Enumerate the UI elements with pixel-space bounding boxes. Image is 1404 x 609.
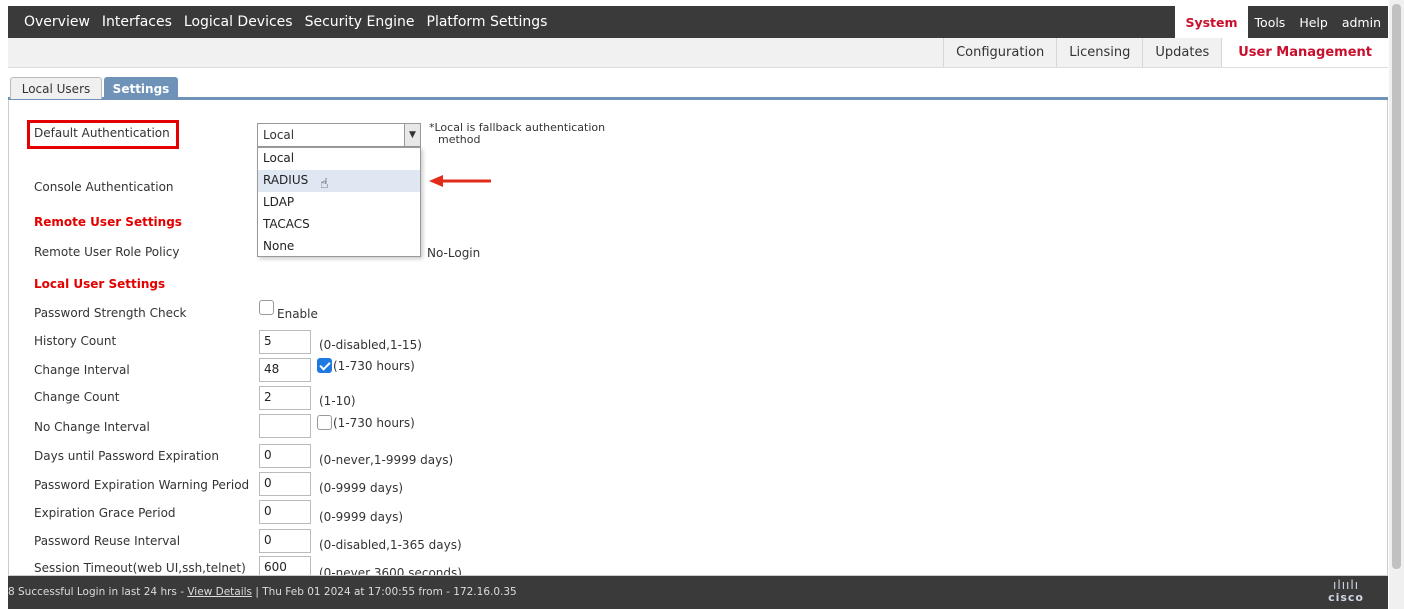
history-count-hint: (0-disabled,1-15) [319, 338, 422, 352]
top-nav: Overview Interfaces Logical Devices Secu… [8, 6, 1388, 38]
pw-strength-enable-label: Enable [277, 307, 318, 321]
settings-panel: Default Authentication Local ▼ *Local is… [8, 100, 1388, 576]
warning-period-input[interactable]: 0 [259, 472, 311, 496]
subnav-licensing[interactable]: Licensing [1056, 38, 1142, 67]
reuse-interval-hint: (0-disabled,1-365 days) [319, 538, 462, 552]
red-arrow-icon [429, 175, 491, 187]
option-tacacs[interactable]: TACACS [258, 214, 420, 236]
local-user-section-title: Local User Settings [34, 277, 166, 291]
grace-period-input[interactable]: 0 [259, 500, 311, 524]
no-change-interval-checkbox[interactable] [317, 415, 332, 430]
cisco-wordmark: cisco [1328, 591, 1364, 604]
reuse-interval-input[interactable]: 0 [259, 529, 311, 553]
nav-interfaces[interactable]: Interfaces [102, 14, 172, 30]
option-none[interactable]: None [258, 236, 420, 258]
cisco-bars-icon: ılıılı [1333, 578, 1360, 592]
pw-strength-checkbox[interactable] [259, 300, 274, 315]
subnav-configuration[interactable]: Configuration [943, 38, 1056, 67]
grace-period-hint: (0-9999 days) [319, 510, 404, 524]
footer-text-prefix: 8 Successful Login in last 24 hrs - [8, 586, 188, 598]
page-scrollbar[interactable] [1389, 0, 1404, 609]
warning-period-label: Password Expiration Warning Period [34, 478, 250, 492]
days-expiration-label: Days until Password Expiration [34, 449, 219, 463]
top-nav-right: System Tools Help admin [1175, 6, 1388, 38]
tab-settings[interactable]: Settings [104, 77, 178, 99]
pointer-hand-icon: ☝ [320, 176, 329, 192]
sub-nav: Configuration Licensing Updates User Man… [8, 38, 1388, 68]
footer-bar: 8 Successful Login in last 24 hrs - View… [8, 576, 1388, 609]
session-timeout-label: Session Timeout(web UI,ssh,telnet) [34, 561, 246, 575]
history-count-input[interactable]: 5 [259, 330, 311, 354]
warning-period-hint: (0-9999 days) [319, 481, 404, 495]
change-count-input[interactable]: 2 [259, 386, 311, 410]
session-timeout-hint: (0-never,3600 seconds) [319, 566, 462, 576]
tab-local-users[interactable]: Local Users [10, 77, 102, 99]
footer-login-info: 8 Successful Login in last 24 hrs - View… [8, 586, 517, 598]
nav-overview[interactable]: Overview [24, 14, 90, 30]
footer-text-suffix: | Thu Feb 01 2024 at 17:00:55 from - 172… [252, 586, 517, 598]
remote-role-label: Remote User Role Policy [34, 245, 180, 259]
option-radius-label: RADIUS [263, 173, 309, 187]
console-auth-label: Console Authentication [34, 180, 174, 194]
reuse-interval-label: Password Reuse Interval [34, 534, 181, 548]
nav-help[interactable]: Help [1292, 15, 1335, 30]
change-count-label: Change Count [34, 390, 120, 404]
option-local[interactable]: Local [258, 148, 420, 170]
change-interval-hint: (1-730 hours) [333, 359, 415, 373]
no-change-interval-label: No Change Interval [34, 420, 150, 434]
default-auth-dropdown: Local RADIUS ☝ LDAP TACACS None [257, 147, 421, 257]
remote-user-section-title: Remote User Settings [34, 215, 182, 229]
days-expiration-hint: (0-never,1-9999 days) [319, 453, 454, 467]
change-interval-label: Change Interval [34, 363, 130, 377]
default-auth-note-line2: method [438, 133, 481, 146]
subnav-user-management[interactable]: User Management [1221, 38, 1388, 67]
view-details-link[interactable]: View Details [187, 586, 252, 598]
nav-tools[interactable]: Tools [1248, 15, 1293, 30]
default-auth-value: Local [263, 128, 295, 142]
nav-platform-settings[interactable]: Platform Settings [427, 14, 548, 30]
default-auth-note: *Local is fallback authentication method [429, 122, 605, 146]
subnav-updates[interactable]: Updates [1142, 38, 1221, 67]
top-nav-left: Overview Interfaces Logical Devices Secu… [8, 14, 559, 30]
scrollbar-thumb[interactable] [1392, 4, 1401, 569]
default-auth-select[interactable]: Local ▼ [257, 123, 421, 147]
change-interval-checkbox[interactable] [317, 358, 332, 373]
remote-role-no-login[interactable]: No-Login [427, 246, 480, 260]
session-timeout-input[interactable]: 600 [259, 556, 311, 575]
days-expiration-input[interactable]: 0 [259, 444, 311, 468]
cisco-logo: ılıılı cisco [1328, 579, 1364, 604]
nav-logical-devices[interactable]: Logical Devices [184, 14, 293, 30]
default-auth-label: Default Authentication [34, 126, 170, 140]
option-radius[interactable]: RADIUS ☝ [258, 170, 420, 192]
grace-period-label: Expiration Grace Period [34, 506, 176, 520]
nav-system[interactable]: System [1175, 6, 1248, 38]
option-ldap[interactable]: LDAP [258, 192, 420, 214]
change-count-hint: (1-10) [319, 394, 356, 408]
no-change-interval-input[interactable] [259, 414, 311, 438]
pw-strength-label: Password Strength Check [34, 306, 187, 320]
nav-user[interactable]: admin [1335, 15, 1388, 30]
history-count-label: History Count [34, 334, 117, 348]
no-change-interval-hint: (1-730 hours) [333, 416, 415, 430]
change-interval-input[interactable]: 48 [259, 358, 311, 382]
nav-security-engine[interactable]: Security Engine [305, 14, 415, 30]
chevron-down-icon[interactable]: ▼ [404, 124, 420, 146]
tab-bar: Local Users Settings [8, 74, 1388, 100]
